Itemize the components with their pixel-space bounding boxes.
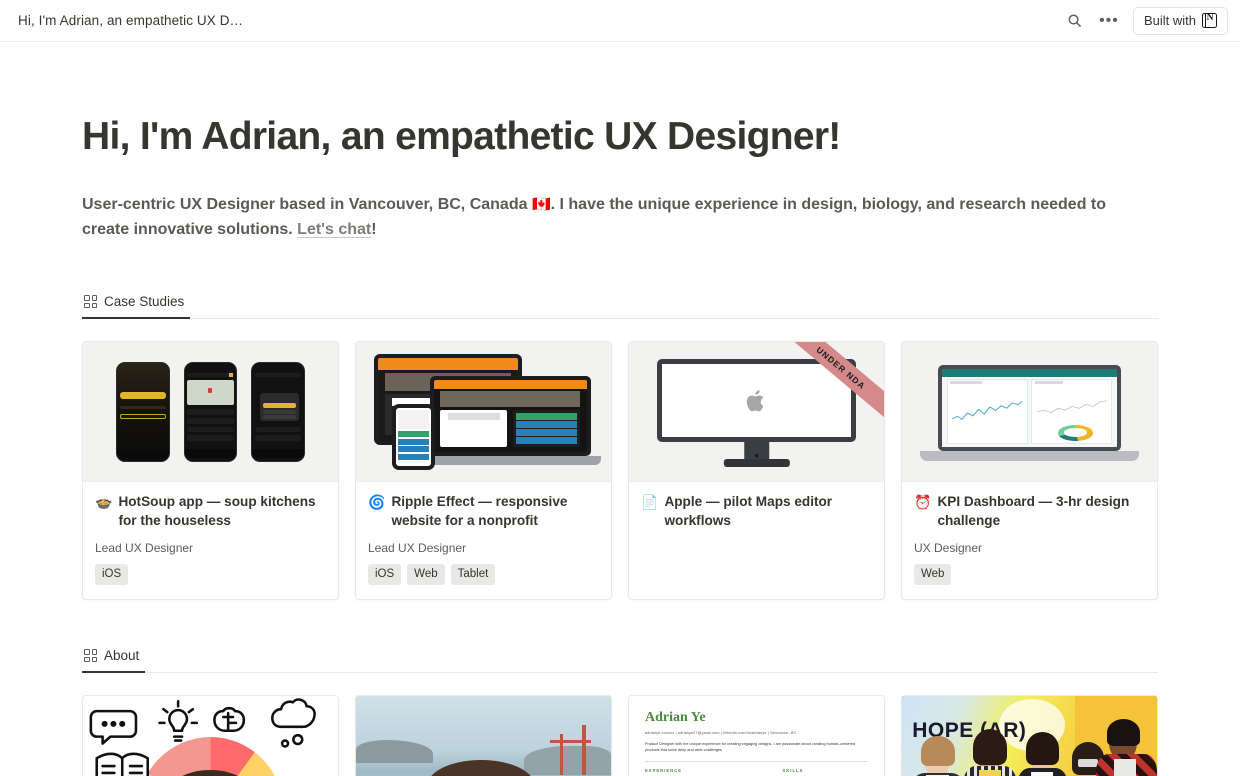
page-tab-title: Hi, I'm Adrian, an empathetic UX D… <box>18 13 244 28</box>
card-thumbnail-kpi <box>902 342 1157 483</box>
tab-case-studies-label: Case Studies <box>104 294 185 310</box>
tab-case-studies[interactable]: Case Studies <box>82 286 191 320</box>
tag-chip: Web <box>407 564 445 586</box>
about-collection: About Adrian Ye adrianye.com/ux | adrian… <box>82 640 1158 776</box>
about-card[interactable]: HOPE (AR) <box>901 695 1158 776</box>
soup-emoji-icon: 🍲 <box>95 494 113 511</box>
case-study-card[interactable]: 🌀 Ripple Effect — responsive website for… <box>355 341 612 601</box>
about-tabbar: About <box>82 640 1158 674</box>
ripple-emoji-icon: 🌀 <box>368 494 386 511</box>
card-body: 🍲 HotSoup app — soup kitchens for the ho… <box>83 482 338 599</box>
resume-name: Adrian Ye <box>645 710 706 726</box>
card-title: 📄 Apple — pilot Maps editor workflows <box>641 493 872 530</box>
card-body: 🌀 Ripple Effect — responsive website for… <box>356 482 611 599</box>
page-subtitle: User-centric UX Designer based in Vancou… <box>82 193 1142 243</box>
built-with-button[interactable]: Built with <box>1132 6 1228 35</box>
tag-chip: Tablet <box>450 564 496 586</box>
card-thumbnail-team-photo: HOPE (AR) <box>902 696 1157 776</box>
resume-document-art: Adrian Ye adrianye.com/ux | adrianye27@g… <box>629 696 884 776</box>
card-tags: Web <box>914 564 1145 586</box>
more-dots: ••• <box>1099 11 1119 29</box>
card-tags: iOS <box>95 564 326 586</box>
page-content: Hi, I'm Adrian, an empathetic UX Designe… <box>0 114 1240 776</box>
card-title: 🌀 Ripple Effect — responsive website for… <box>368 493 599 530</box>
gallery-view-icon <box>84 649 97 663</box>
golden-gate-photo-art <box>356 696 611 776</box>
resume-summary: Product Designer with the unique experie… <box>645 742 856 753</box>
tag-chip: Web <box>914 564 952 586</box>
card-title-text: Ripple Effect — responsive website for a… <box>391 494 568 528</box>
case-studies-grid: 🍲 HotSoup app — soup kitchens for the ho… <box>82 341 1158 601</box>
subtitle-text-1: User-centric UX Designer based in Vancou… <box>82 195 532 213</box>
resume-contact: adrianye.com/ux | adrianye27@gmail.com |… <box>645 731 797 736</box>
alarm-clock-emoji-icon: ⏰ <box>914 494 932 511</box>
laptop-dashboard-art <box>902 342 1157 481</box>
tab-about-label: About <box>104 648 140 664</box>
tag-chip: iOS <box>368 564 402 586</box>
case-study-card[interactable]: ⏰ KPI Dashboard — 3-hr design challenge … <box>901 341 1158 601</box>
card-role: Lead UX Designer <box>368 541 467 556</box>
built-with-label: Built with <box>1143 13 1196 28</box>
about-grid: Adrian Ye adrianye.com/ux | adrianye27@g… <box>82 695 1158 776</box>
card-title-text: Apple — pilot Maps editor workflows <box>664 494 833 528</box>
resume-skills-column: SKILLS UX/UI design Interaction design V… <box>782 768 868 776</box>
card-thumbnail-hotsoup <box>83 342 338 483</box>
card-tags: iOS Web Tablet <box>368 564 599 586</box>
top-bar: Hi, I'm Adrian, an empathetic UX D… ••• … <box>0 0 1240 42</box>
responsive-mockups-art <box>356 342 611 481</box>
card-title: ⏰ KPI Dashboard — 3-hr design challenge <box>914 493 1145 530</box>
card-thumbnail-apple: UNDER NDA <box>629 342 884 483</box>
doodle-collage-art <box>83 696 338 776</box>
resume-experience-heading: EXPERIENCE <box>645 767 682 773</box>
resume-divider <box>645 760 868 762</box>
card-body: 📄 Apple — pilot Maps editor workflows <box>629 482 884 544</box>
card-title: 🍲 HotSoup app — soup kitchens for the ho… <box>95 493 326 530</box>
about-card[interactable] <box>82 695 339 776</box>
lets-chat-link[interactable]: Let's chat <box>297 221 371 238</box>
card-title-text: KPI Dashboard — 3-hr design challenge <box>937 494 1130 528</box>
card-body: ⏰ KPI Dashboard — 3-hr design challenge … <box>902 482 1157 599</box>
subtitle-text-3: ! <box>371 220 377 238</box>
card-thumbnail-ripple <box>356 342 611 483</box>
notion-logo-icon <box>1202 13 1217 28</box>
document-emoji-icon: 📄 <box>641 494 659 511</box>
page-title: Hi, I'm Adrian, an empathetic UX Designe… <box>82 115 841 158</box>
resume-columns: EXPERIENCE Fortinet UX Designer | 2022 –… <box>645 768 868 776</box>
phone-mockups-art <box>83 342 338 481</box>
resume-skills-heading: SKILLS <box>782 767 804 773</box>
team-photo-art: HOPE (AR) <box>902 696 1157 776</box>
card-title-text: HotSoup app — soup kitchens for the hous… <box>118 494 316 528</box>
more-options-icon[interactable]: ••• <box>1095 7 1123 35</box>
tab-about[interactable]: About <box>82 640 146 674</box>
about-card[interactable]: Adrian Ye adrianye.com/ux | adrianye27@g… <box>628 695 885 776</box>
case-study-card[interactable]: UNDER NDA 📄 Apple — pilot Maps editor wo… <box>628 341 885 601</box>
case-studies-collection: Case Studies 🍲 HotSoup app — soup kitche… <box>82 286 1158 601</box>
doodle-icons <box>89 698 316 776</box>
card-role: Lead UX Designer <box>95 541 194 556</box>
card-role: UX Designer <box>914 541 983 556</box>
about-card[interactable] <box>355 695 612 776</box>
card-thumbnail-doodle-portrait <box>83 696 338 776</box>
card-thumbnail-golden-gate-portrait <box>356 696 611 776</box>
canada-flag-icon: 🇨🇦 <box>531 195 551 213</box>
topbar-actions: ••• Built with <box>1061 6 1228 35</box>
tag-chip: iOS <box>95 564 129 586</box>
case-study-card[interactable]: 🍲 HotSoup app — soup kitchens for the ho… <box>82 341 339 601</box>
card-thumbnail-resume: Adrian Ye adrianye.com/ux | adrianye27@g… <box>629 696 884 776</box>
search-icon[interactable] <box>1061 7 1089 35</box>
case-studies-tabbar: Case Studies <box>82 286 1158 320</box>
resume-experience-column: EXPERIENCE Fortinet UX Designer | 2022 –… <box>645 768 760 776</box>
apple-logo-icon <box>747 389 764 412</box>
gallery-view-icon <box>84 295 97 309</box>
